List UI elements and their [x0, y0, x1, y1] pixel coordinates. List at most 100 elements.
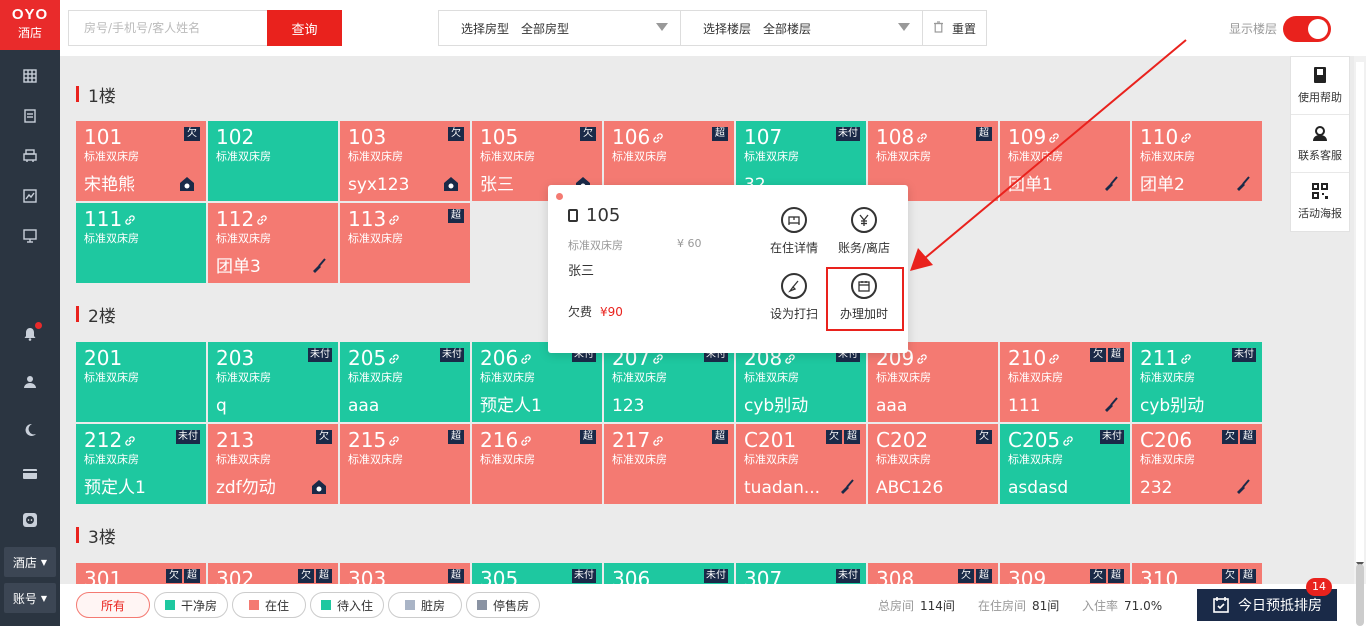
room-card[interactable]: 307 未付	[736, 563, 866, 584]
show-floor-toggle[interactable]	[1283, 16, 1331, 42]
room-card[interactable]: 205 标准双床房 aaa 未付	[340, 342, 470, 422]
room-card[interactable]: 112 标准双床房 团单3	[208, 203, 338, 283]
room-card[interactable]: 310 欠超	[1132, 563, 1262, 584]
room-card[interactable]: 216 标准双床房 超	[472, 424, 602, 504]
room-card[interactable]: 101 标准双床房 宋艳熊 欠	[76, 121, 206, 201]
room-number: 108	[876, 125, 990, 149]
room-badges: 超	[712, 127, 728, 141]
room-card[interactable]: 102 标准双床房	[208, 121, 338, 201]
chart-icon[interactable]	[18, 184, 42, 208]
order-list-icon[interactable]	[18, 104, 42, 128]
room-card[interactable]: 301 欠超	[76, 563, 206, 584]
room-number-text: 106	[612, 125, 651, 149]
moon-icon[interactable]	[18, 418, 42, 442]
home-icon	[310, 478, 328, 496]
yen-icon	[851, 207, 877, 233]
user-icon[interactable]	[18, 370, 42, 394]
poster-button[interactable]: 活动海报	[1291, 173, 1349, 231]
room-card[interactable]: 207 标准双床房 123 未付	[604, 342, 734, 422]
room-card[interactable]: 302 欠超	[208, 563, 338, 584]
guest-name: asdasd	[1008, 478, 1069, 498]
room-card[interactable]: 110 标准双床房 团单2	[1132, 121, 1262, 201]
chat-bot-icon[interactable]	[18, 508, 42, 532]
room-card[interactable]: 215 标准双床房 超	[340, 424, 470, 504]
floor-select[interactable]: 选择楼层 全部楼层	[681, 11, 923, 45]
link-icon	[122, 207, 136, 231]
room-card[interactable]: 201 标准双床房	[76, 342, 206, 422]
room-type: 标准双床房	[612, 371, 667, 384]
legend-occupied-label: 在住	[264, 598, 289, 613]
hotel-selector[interactable]: 酒店 ▼	[4, 547, 56, 577]
set-clean-button[interactable]: 设为打扫	[761, 273, 827, 322]
stay-detail-button[interactable]: 在住详情	[761, 207, 827, 256]
guest-name: aaa	[876, 396, 908, 416]
room-card[interactable]: 217 标准双床房 超	[604, 424, 734, 504]
reset-button[interactable]: 重置	[923, 11, 986, 45]
room-grid-icon[interactable]	[18, 64, 42, 88]
legend-occupied[interactable]: 在住	[232, 592, 306, 618]
room-card[interactable]: 213 标准双床房 zdf勿动 欠	[208, 424, 338, 504]
legend-dirty[interactable]: 脏房	[388, 592, 462, 618]
total-rooms-stat: 总房间 114间	[878, 597, 955, 614]
scrollbar-thumb[interactable]	[1356, 62, 1364, 562]
room-card[interactable]: 209 标准双床房 aaa	[868, 342, 998, 422]
total-value: 114间	[920, 599, 955, 613]
room-card[interactable]: C202 标准双床房 ABC126 欠	[868, 424, 998, 504]
room-type: 标准双床房	[480, 371, 535, 384]
room-card[interactable]: 109 标准双床房 团单1	[1000, 121, 1130, 201]
guest-name: 232	[1140, 478, 1173, 498]
room-type: 标准双床房	[1008, 453, 1063, 466]
room-card[interactable]: 113 标准双床房 超	[340, 203, 470, 283]
room-number: 103	[348, 125, 462, 149]
brand-logo[interactable]: OYO 酒店	[0, 0, 60, 50]
room-card[interactable]: C201 标准双床房 tuadan... 欠超	[736, 424, 866, 504]
room-type: 标准双床房	[480, 150, 535, 163]
room-card[interactable]: 306 未付	[604, 563, 734, 584]
room-badges: 欠超	[166, 569, 200, 583]
legend-stop-sale[interactable]: 停售房	[466, 592, 540, 618]
status-badge: 超	[976, 127, 992, 141]
search-input[interactable]	[68, 10, 268, 46]
monitor-icon[interactable]	[18, 224, 42, 248]
room-card[interactable]: 211 标准双床房 cyb别动 未付	[1132, 342, 1262, 422]
room-card[interactable]: 210 标准双床房 111 欠超	[1000, 342, 1130, 422]
bell-icon[interactable]	[18, 322, 42, 346]
contact-service-button[interactable]: 联系客服	[1291, 115, 1349, 173]
status-badge: 未付	[1232, 348, 1256, 362]
printer-icon[interactable]	[18, 144, 42, 168]
popup-room-price: ¥ 60	[677, 237, 702, 250]
legend-all[interactable]: 所有	[76, 592, 150, 618]
room-card[interactable]: C205 标准双床房 asdasd 未付	[1000, 424, 1130, 504]
room-card[interactable]: 305 未付	[472, 563, 602, 584]
room-card[interactable]: 303 超	[340, 563, 470, 584]
guest-name: 123	[612, 396, 645, 416]
room-card[interactable]: 308 欠超	[868, 563, 998, 584]
help-button[interactable]: 使用帮助	[1291, 57, 1349, 115]
bill-checkout-button[interactable]: 账务/离店	[831, 207, 897, 256]
account-selector[interactable]: 账号 ▼	[4, 583, 56, 613]
legend-clean[interactable]: 干净房	[154, 592, 228, 618]
room-card[interactable]: 212 标准双床房 预定人1 未付	[76, 424, 206, 504]
room-type-select[interactable]: 选择房型 全部房型	[439, 11, 681, 45]
main-scrollbar[interactable]	[1354, 56, 1366, 584]
room-badges: 欠超	[1090, 569, 1124, 583]
room-card[interactable]: 309 欠超	[1000, 563, 1130, 584]
card-icon[interactable]	[18, 462, 42, 486]
room-card[interactable]: 208 标准双床房 cyb别动 未付	[736, 342, 866, 422]
link-icon	[914, 346, 928, 370]
room-type: 标准双床房	[84, 453, 139, 466]
room-type: 标准双床房	[876, 453, 931, 466]
room-card[interactable]: 111 标准双床房	[76, 203, 206, 283]
legend-pending[interactable]: 待入住	[310, 592, 384, 618]
room-card[interactable]: 103 标准双床房 syx123 欠	[340, 121, 470, 201]
status-badge: 超	[580, 430, 596, 444]
room-card[interactable]: 203 标准双床房 q 未付	[208, 342, 338, 422]
room-card[interactable]: C206 标准双床房 232 欠超	[1132, 424, 1262, 504]
status-badge: 超	[448, 209, 464, 223]
status-badge: 欠	[448, 127, 464, 141]
room-card[interactable]: 206 标准双床房 预定人1 未付	[472, 342, 602, 422]
guest-name: 111	[1008, 396, 1041, 416]
room-type: 标准双床房	[612, 150, 667, 163]
side-scroll-thumb[interactable]	[1356, 564, 1364, 626]
query-button[interactable]: 查询	[267, 10, 342, 46]
